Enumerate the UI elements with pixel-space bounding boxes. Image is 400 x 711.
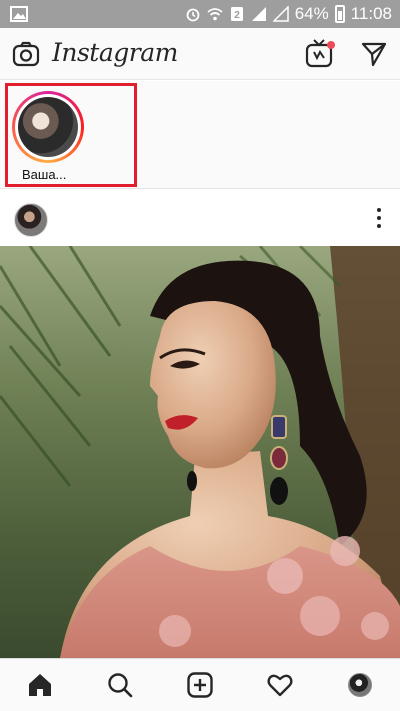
signal-icon [272, 6, 289, 22]
signal-icon [251, 7, 266, 21]
app-header: Instagram [0, 28, 400, 80]
status-bar: 2 64% 11:08 [0, 0, 400, 28]
post-header [0, 190, 400, 246]
avatar[interactable] [14, 203, 48, 237]
nav-activity[interactable] [240, 659, 320, 711]
bottom-nav [0, 658, 400, 711]
more-options-icon[interactable] [376, 208, 382, 230]
home-icon [29, 674, 51, 696]
new-post-icon [187, 672, 213, 698]
sim-2-icon: 2 [230, 7, 243, 21]
alarm-icon [186, 8, 200, 22]
your-story[interactable] [12, 91, 84, 163]
direct-message-icon[interactable] [360, 40, 388, 68]
story-label: Ваша... [22, 167, 67, 182]
image-icon [10, 6, 28, 22]
nav-search[interactable] [80, 659, 160, 711]
wifi-icon [207, 8, 223, 21]
clock-time: 11:08 [350, 4, 392, 23]
nav-new-post[interactable] [160, 659, 240, 711]
battery-percent: 64% [294, 4, 329, 23]
profile-avatar [348, 673, 372, 697]
post-image[interactable] [0, 246, 400, 658]
post-photo [0, 246, 400, 658]
search-icon [108, 673, 133, 698]
nav-profile[interactable] [320, 659, 400, 711]
story-avatar [18, 97, 78, 157]
story-ring-inner [15, 94, 81, 160]
camera-icon[interactable] [12, 40, 40, 68]
stories-tray: Ваша... [0, 81, 400, 189]
notification-dot [327, 41, 335, 49]
svg-text:2: 2 [234, 10, 240, 21]
battery-icon [334, 5, 345, 23]
instagram-logo: Instagram [52, 38, 178, 67]
activity-heart-icon [267, 674, 293, 697]
nav-home[interactable] [0, 659, 80, 711]
